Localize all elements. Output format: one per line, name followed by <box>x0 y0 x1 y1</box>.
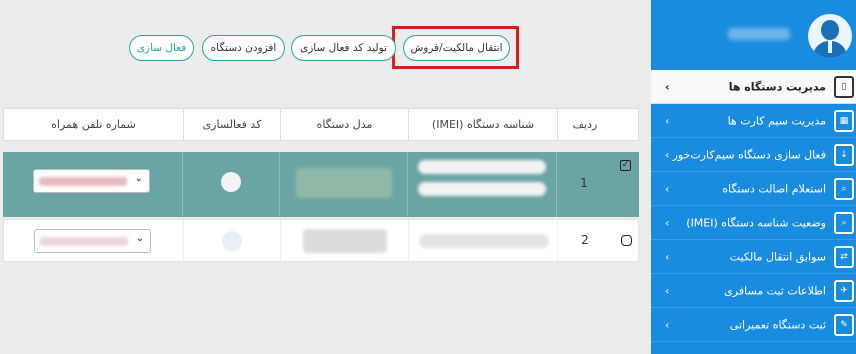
sidebar-item-label: وضعیت شناسه دستگاه (IMEI) <box>686 216 826 229</box>
sidebar-item-label: اطلاعات ثبت مسافری <box>724 284 826 297</box>
imei-cell <box>407 152 556 217</box>
sidebar-item-device-management[interactable]: ▯ مدیریت دستگاه ها ‹ <box>651 70 856 104</box>
phone-select[interactable]: ⌄ <box>34 229 151 253</box>
sidebar-item-authenticity-check[interactable]: ⌕ استعلام اصالت دستگاه ‹ <box>651 172 856 206</box>
generate-activation-code-button[interactable]: تولید کد فعال سازی <box>291 35 396 61</box>
sidebar-item-label: ثبت دستگاه تعمیراتی <box>729 318 826 331</box>
phone-cell: ⌄ <box>4 220 183 261</box>
imei-redacted <box>419 234 549 248</box>
chevron-left-icon: ‹ <box>665 250 670 263</box>
column-header-activation-code: کد فعالسازی <box>183 109 280 140</box>
row-checkbox[interactable]: ✓ <box>620 160 631 171</box>
chevron-down-icon: ⌄ <box>135 233 144 244</box>
row-checkbox[interactable] <box>621 235 632 246</box>
avatar-icon[interactable] <box>808 14 852 58</box>
sidebar-item-label: مدیریت دستگاه ها <box>728 80 826 93</box>
model-redacted <box>296 168 392 198</box>
sidebar-item-transfer-history[interactable]: ⇄ سوابق انتقال مالکیت ‹ <box>651 240 856 274</box>
row-index: 1 <box>580 176 588 190</box>
phone-select[interactable]: ⌄ <box>33 169 150 193</box>
phone-cell: ⌄ <box>3 152 182 217</box>
sim-card-icon: ▦ <box>834 109 854 132</box>
column-header-model: مدل دستگاه <box>280 109 408 140</box>
device-activate-icon: ↓ <box>834 143 854 166</box>
transfer-history-icon: ⇄ <box>834 245 854 268</box>
imei-cell <box>408 220 557 261</box>
chevron-left-icon: ‹ <box>665 318 670 331</box>
phone-redacted <box>39 177 127 186</box>
sidebar-item-imei-status[interactable]: ⌕ وضعیت شناسه دستگاه (IMEI) ‹ <box>651 206 856 240</box>
sidebar-menu: ▯ مدیریت دستگاه ها ‹ ▦ مدیریت سیم کارت ه… <box>651 70 856 342</box>
row-index: 2 <box>581 233 589 247</box>
sidebar-item-traveler-info[interactable]: ✈ اطلاعات ثبت مسافری ‹ <box>651 274 856 308</box>
column-header-phone: شماره تلفن همراه <box>51 118 136 131</box>
chevron-left-icon: ‹ <box>665 182 670 195</box>
imei-redacted <box>418 160 546 174</box>
activation-status-dot <box>221 172 241 192</box>
table-row[interactable]: 2 ⌄ <box>3 219 639 262</box>
sidebar-item-label: استعلام اصالت دستگاه <box>722 182 826 195</box>
sidebar-item-label: سوابق انتقال مالکیت <box>729 250 826 263</box>
imei-redacted <box>418 182 546 196</box>
sidebar-item-activate-device[interactable]: ↓ فعال سازی دستگاه سیم‌کارت‌خور ‹ <box>651 138 856 172</box>
phone-redacted <box>40 237 128 246</box>
activation-code-cell <box>183 220 280 261</box>
activation-code-cell <box>182 152 279 217</box>
chevron-down-icon: ⌄ <box>134 173 143 184</box>
transfer-ownership-button[interactable]: انتقال مالکیت/فروش <box>403 35 510 61</box>
traveler-icon: ✈ <box>834 279 854 302</box>
activation-status-dot <box>222 231 242 251</box>
column-header-imei: شناسه دستگاه (IMEI) <box>408 109 557 140</box>
model-cell <box>280 220 408 261</box>
user-profile <box>651 0 856 70</box>
activate-button[interactable]: فعال سازی <box>129 35 194 61</box>
chevron-left-icon: ‹ <box>665 284 670 297</box>
imei-status-icon: ⌕ <box>834 211 854 234</box>
sidebar: ▯ مدیریت دستگاه ها ‹ ▦ مدیریت سیم کارت ه… <box>651 0 856 354</box>
device-manage-icon: ▯ <box>834 75 854 98</box>
model-cell <box>279 152 407 217</box>
sidebar-item-label: فعال سازی دستگاه سیم‌کارت‌خور <box>672 148 826 161</box>
chevron-left-icon: ‹ <box>665 80 670 93</box>
sidebar-item-sim-cards[interactable]: ▦ مدیریت سیم کارت ها ‹ <box>651 104 856 138</box>
chevron-left-icon: ‹ <box>665 148 670 161</box>
model-redacted <box>303 229 387 253</box>
table-header: ردیف شناسه دستگاه (IMEI) مدل دستگاه کد ف… <box>3 108 639 141</box>
table-row[interactable]: ✓ 1 ⌄ <box>3 152 639 217</box>
chevron-left-icon: ‹ <box>665 114 670 127</box>
row-index-cell: 1 <box>556 152 611 217</box>
search-device-icon: ⌕ <box>834 177 854 200</box>
row-index-cell: 2 <box>557 220 612 261</box>
username-redacted <box>728 28 790 40</box>
add-device-button[interactable]: افزودن دستگاه <box>202 35 285 61</box>
repair-icon: ✎ <box>834 313 854 336</box>
sidebar-item-repair-device[interactable]: ✎ ثبت دستگاه تعمیراتی ‹ <box>651 308 856 342</box>
column-header-row: ردیف <box>557 109 612 140</box>
sidebar-item-label: مدیریت سیم کارت ها <box>727 114 826 127</box>
chevron-left-icon: ‹ <box>665 216 670 229</box>
